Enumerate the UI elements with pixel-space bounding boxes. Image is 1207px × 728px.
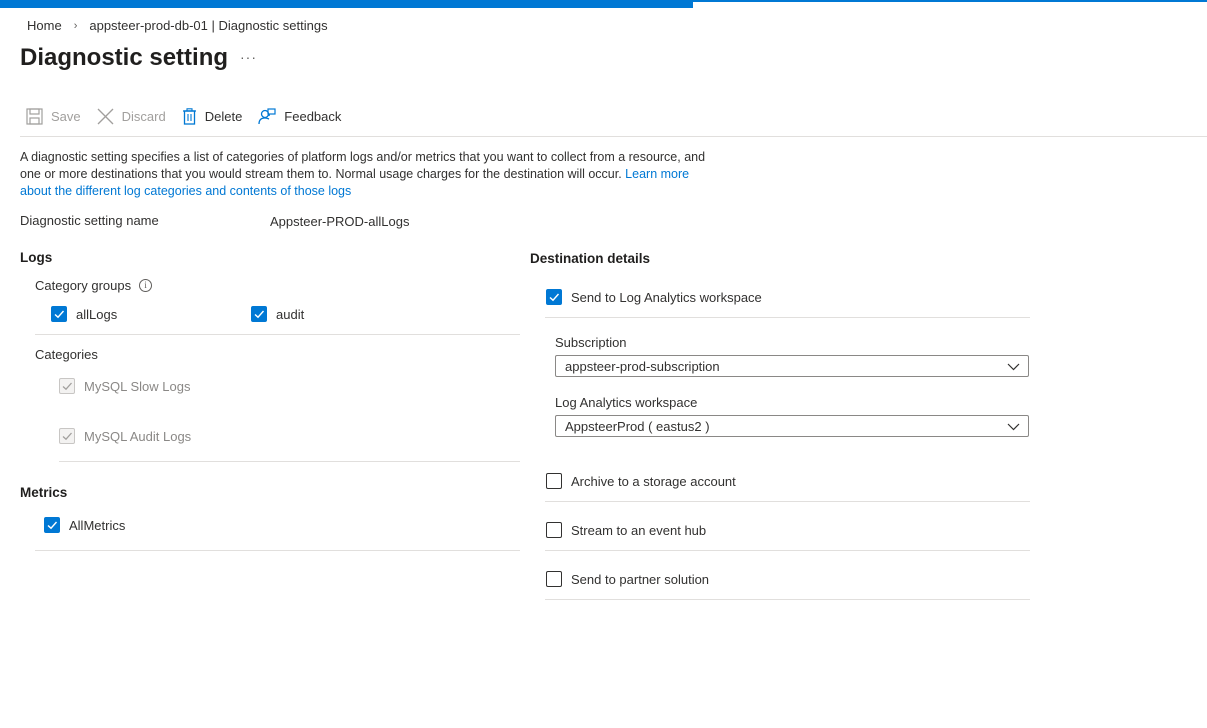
divider (35, 334, 520, 335)
divider (545, 550, 1030, 551)
save-button[interactable]: Save (26, 108, 81, 125)
feedback-icon (258, 108, 276, 125)
checkbox-partner-solution[interactable] (546, 571, 562, 587)
setting-name-label: Diagnostic setting name (20, 213, 159, 228)
divider (545, 501, 1030, 502)
checkbox-label: Send to Log Analytics workspace (571, 289, 762, 305)
chevron-right-icon: › (73, 19, 78, 32)
info-icon[interactable]: i (139, 279, 153, 292)
more-options-button[interactable]: ··· (240, 49, 257, 65)
toolbar-divider (20, 136, 1207, 137)
workspace-value: AppsteerProd ( eastus2 ) (565, 419, 710, 434)
subscription-dropdown[interactable]: appsteer-prod-subscription (555, 355, 1029, 377)
subscription-label: Subscription (555, 335, 627, 350)
save-label: Save (51, 109, 81, 124)
group-checkbox-audit[interactable]: audit (251, 306, 304, 322)
discard-button[interactable]: Discard (97, 108, 166, 125)
checkmark-icon (549, 293, 560, 302)
category-groups-row: Category groups i (35, 278, 153, 293)
delete-label: Delete (204, 109, 243, 124)
portal-top-bar (0, 0, 1207, 8)
checkbox-log-analytics[interactable] (546, 289, 562, 305)
checkbox-storage-account[interactable] (546, 473, 562, 489)
page-title: Diagnostic setting (20, 44, 229, 71)
checkbox-label: MySQL Slow Logs (84, 378, 191, 394)
metric-checkbox-allmetrics[interactable]: AllMetrics (44, 517, 125, 533)
checkmark-icon (62, 432, 72, 441)
checkmark-icon (47, 521, 58, 530)
divider (545, 599, 1030, 600)
checkbox-event-hub[interactable] (546, 522, 562, 538)
subscription-value: appsteer-prod-subscription (565, 359, 720, 374)
checkbox-label: audit (276, 306, 305, 322)
checkbox-mysql-audit-logs (59, 428, 75, 444)
divider (545, 317, 1030, 318)
checkmark-icon (62, 382, 72, 391)
divider (59, 461, 520, 462)
dest-storage-account[interactable]: Archive to a storage account (546, 473, 736, 489)
chevron-down-icon (1007, 423, 1020, 431)
description-text: A diagnostic setting specifies a list of… (20, 150, 706, 181)
checkbox-label: MySQL Audit Logs (84, 428, 192, 444)
breadcrumb-home[interactable]: Home (27, 18, 62, 33)
divider (35, 550, 520, 551)
checkbox-alllogs[interactable] (51, 306, 67, 322)
logs-heading: Logs (20, 250, 53, 265)
top-bar-progress (0, 0, 693, 8)
dest-event-hub[interactable]: Stream to an event hub (546, 522, 706, 538)
checkbox-label: AllMetrics (69, 517, 126, 533)
chevron-down-icon (1007, 363, 1020, 371)
checkmark-icon (54, 310, 65, 319)
close-icon (97, 108, 114, 125)
breadcrumb-current[interactable]: appsteer-prod-db-01 | Diagnostic setting… (89, 18, 327, 33)
checkbox-label: Archive to a storage account (571, 473, 736, 489)
delete-button[interactable]: Delete (182, 108, 243, 125)
metrics-heading: Metrics (20, 485, 68, 500)
checkbox-audit[interactable] (251, 306, 267, 322)
category-groups-label: Category groups (35, 278, 132, 293)
trash-icon (182, 108, 196, 125)
top-bar-line (693, 0, 1207, 2)
checkbox-label: allLogs (76, 306, 118, 322)
workspace-label: Log Analytics workspace (555, 395, 698, 410)
category-checkbox-slow-logs: MySQL Slow Logs (59, 378, 190, 394)
categories-label-text: Categories (35, 347, 98, 362)
group-checkbox-alllogs[interactable]: allLogs (51, 306, 117, 322)
workspace-dropdown[interactable]: AppsteerProd ( eastus2 ) (555, 415, 1029, 437)
feedback-label: Feedback (284, 109, 342, 124)
discard-label: Discard (121, 109, 166, 124)
categories-label: Categories (35, 347, 98, 362)
checkbox-label: Send to partner solution (571, 571, 710, 587)
description: A diagnostic setting specifies a list of… (20, 149, 720, 200)
checkmark-icon (254, 310, 265, 319)
dest-log-analytics[interactable]: Send to Log Analytics workspace (546, 289, 762, 305)
command-bar: Save Discard Delete Feedback (26, 108, 357, 125)
destination-heading: Destination details (530, 251, 651, 266)
dest-partner-solution[interactable]: Send to partner solution (546, 571, 709, 587)
breadcrumb: Home › appsteer-prod-db-01 | Diagnostic … (27, 18, 328, 33)
checkbox-allmetrics[interactable] (44, 517, 60, 533)
setting-name-value: Appsteer-PROD-allLogs (270, 214, 410, 229)
save-icon (26, 108, 43, 125)
feedback-button[interactable]: Feedback (258, 108, 341, 125)
category-checkbox-audit-logs: MySQL Audit Logs (59, 428, 191, 444)
checkbox-mysql-slow-logs (59, 378, 75, 394)
checkbox-label: Stream to an event hub (571, 522, 707, 538)
